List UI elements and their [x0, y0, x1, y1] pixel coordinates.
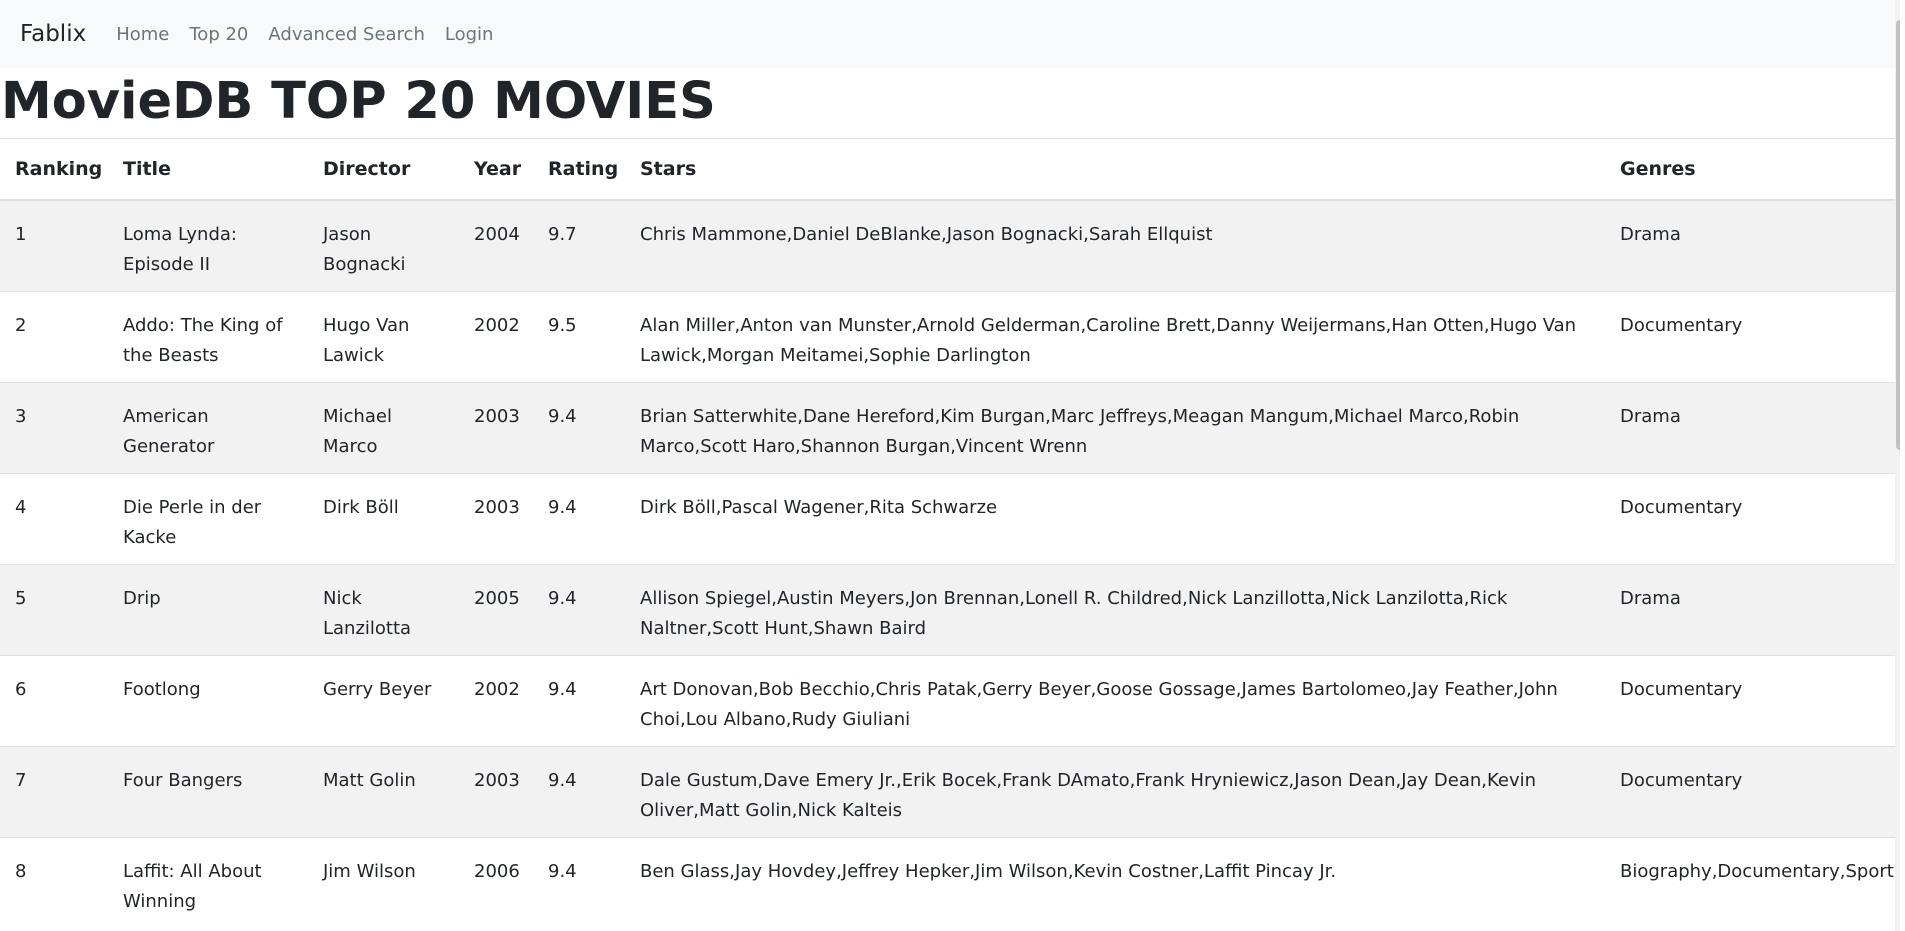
- cell-ranking: 3: [0, 381, 108, 473]
- header-genres: Genres: [1605, 138, 1900, 201]
- cell-title: American Generator: [108, 381, 308, 473]
- nav-links: Home Top 20 Advanced Search Login: [116, 24, 513, 45]
- movies-table-wrapper: Ranking Title Director Year Rating Stars…: [0, 138, 1900, 928]
- cell-title: Drip: [108, 563, 308, 655]
- header-rating: Rating: [533, 138, 625, 201]
- table-row: 5 Drip Nick Lanzilotta 2005 9.4 Allison Spieg…: [0, 563, 1900, 655]
- cell-director: Dirk Böll: [308, 472, 459, 564]
- cell-director: Matt Golin: [308, 745, 459, 837]
- cell-stars: Ben Glass,Jay Hovdey,Jeffrey Hepker,Jim …: [625, 836, 1605, 928]
- cell-year: 2002: [459, 654, 533, 746]
- cell-genres: Documentary: [1605, 472, 1900, 564]
- header-title: Title: [108, 138, 308, 201]
- movies-table: Ranking Title Director Year Rating Stars…: [0, 138, 1900, 928]
- cell-ranking: 6: [0, 654, 108, 746]
- page-title: MovieDB TOP 20 MOVIES: [1, 72, 716, 131]
- cell-year: 2006: [459, 836, 533, 928]
- nav-link-advanced-search[interactable]: Advanced Search: [268, 24, 424, 45]
- header-ranking: Ranking: [0, 138, 108, 201]
- cell-ranking: 4: [0, 472, 108, 564]
- cell-director: Jason Bognacki: [308, 199, 459, 291]
- cell-title: Addo: The King of the Beasts: [108, 290, 308, 382]
- cell-year: 2002: [459, 290, 533, 382]
- cell-stars: Alan Miller,Anton van Munster,Arnold Gel…: [625, 290, 1605, 382]
- cell-year: 2003: [459, 381, 533, 473]
- cell-rating: 9.4: [533, 745, 625, 837]
- cell-title: Four Bangers: [108, 745, 308, 837]
- cell-director: Nick Lanzilotta: [308, 563, 459, 655]
- navbar: Fablix Home Top 20 Advanced Search Login: [0, 0, 1900, 68]
- cell-ranking: 8: [0, 836, 108, 928]
- page: Fablix Home Top 20 Advanced Search Login…: [0, 0, 1900, 931]
- table-row: 8 Laffit: All About Winning Jim Wilson 2006…: [0, 836, 1900, 928]
- cell-title: Loma Lynda: Episode II: [108, 199, 308, 291]
- cell-rating: 9.4: [533, 654, 625, 746]
- header-year: Year: [459, 138, 533, 201]
- header-director: Director: [308, 138, 459, 201]
- cell-rating: 9.4: [533, 381, 625, 473]
- table-header: Ranking Title Director Year Rating Stars…: [0, 138, 1900, 201]
- cell-ranking: 1: [0, 199, 108, 291]
- cell-rating: 9.4: [533, 563, 625, 655]
- cell-year: 2003: [459, 745, 533, 837]
- nav-link-top-20[interactable]: Top 20: [189, 24, 248, 45]
- scrollbar-thumb[interactable]: [1896, 20, 1900, 450]
- table-row: 6 Footlong Gerry Beyer 2002 9.4 Art Donovan,B…: [0, 654, 1900, 746]
- cell-stars: Brian Satterwhite,Dane Hereford,Kim Burg…: [625, 381, 1605, 473]
- cell-director: Hugo Van Lawick: [308, 290, 459, 382]
- cell-director: Jim Wilson: [308, 836, 459, 928]
- cell-stars: Chris Mammone,Daniel DeBlanke,Jason Bogn…: [625, 199, 1605, 291]
- table-row: 4 Die Perle in der Kacke Dirk Böll 2003 9.4 D…: [0, 472, 1900, 564]
- cell-title: Laffit: All About Winning: [108, 836, 308, 928]
- cell-genres: Documentary: [1605, 654, 1900, 746]
- table-row: 1 Loma Lynda: Episode II Jason Bognacki 200…: [0, 199, 1900, 291]
- cell-title: Die Perle in der Kacke: [108, 472, 308, 564]
- cell-year: 2004: [459, 199, 533, 291]
- cell-director: Michael Marco: [308, 381, 459, 473]
- brand-link[interactable]: Fablix: [20, 21, 86, 47]
- nav-link-home[interactable]: Home: [116, 24, 169, 45]
- cell-rating: 9.7: [533, 199, 625, 291]
- cell-year: 2005: [459, 563, 533, 655]
- cell-title: Footlong: [108, 654, 308, 746]
- table-row: 7 Four Bangers Matt Golin 2003 9.4 Dale Gustu…: [0, 745, 1900, 837]
- cell-genres: Drama: [1605, 563, 1900, 655]
- cell-stars: Art Donovan,Bob Becchio,Chris Patak,Gerr…: [625, 654, 1605, 746]
- header-stars: Stars: [625, 138, 1605, 201]
- cell-ranking: 5: [0, 563, 108, 655]
- cell-stars: Dale Gustum,Dave Emery Jr.,Erik Bocek,Fr…: [625, 745, 1605, 837]
- cell-year: 2003: [459, 472, 533, 564]
- cell-rating: 9.4: [533, 472, 625, 564]
- cell-ranking: 7: [0, 745, 108, 837]
- cell-genres: Drama: [1605, 199, 1900, 291]
- vertical-scrollbar[interactable]: [1895, 0, 1900, 931]
- cell-genres: Biography,Documentary,Sport: [1605, 836, 1900, 928]
- cell-genres: Drama: [1605, 381, 1900, 473]
- cell-stars: Allison Spiegel,Austin Meyers,Jon Brenna…: [625, 563, 1605, 655]
- cell-director: Gerry Beyer: [308, 654, 459, 746]
- table-header-row: Ranking Title Director Year Rating Stars…: [0, 138, 1900, 201]
- table-row: 2 Addo: The King of the Beasts Hugo Van La…: [0, 290, 1900, 382]
- cell-genres: Documentary: [1605, 290, 1900, 382]
- cell-rating: 9.4: [533, 836, 625, 928]
- cell-rating: 9.5: [533, 290, 625, 382]
- cell-stars: Dirk Böll,Pascal Wagener,Rita Schwarze: [625, 472, 1605, 564]
- nav-link-login[interactable]: Login: [445, 24, 494, 45]
- table-body: 1 Loma Lynda: Episode II Jason Bognacki 200…: [0, 199, 1900, 928]
- cell-ranking: 2: [0, 290, 108, 382]
- table-row: 3 American Generator Michael Marco 2003 9.4 B…: [0, 381, 1900, 473]
- cell-genres: Documentary: [1605, 745, 1900, 837]
